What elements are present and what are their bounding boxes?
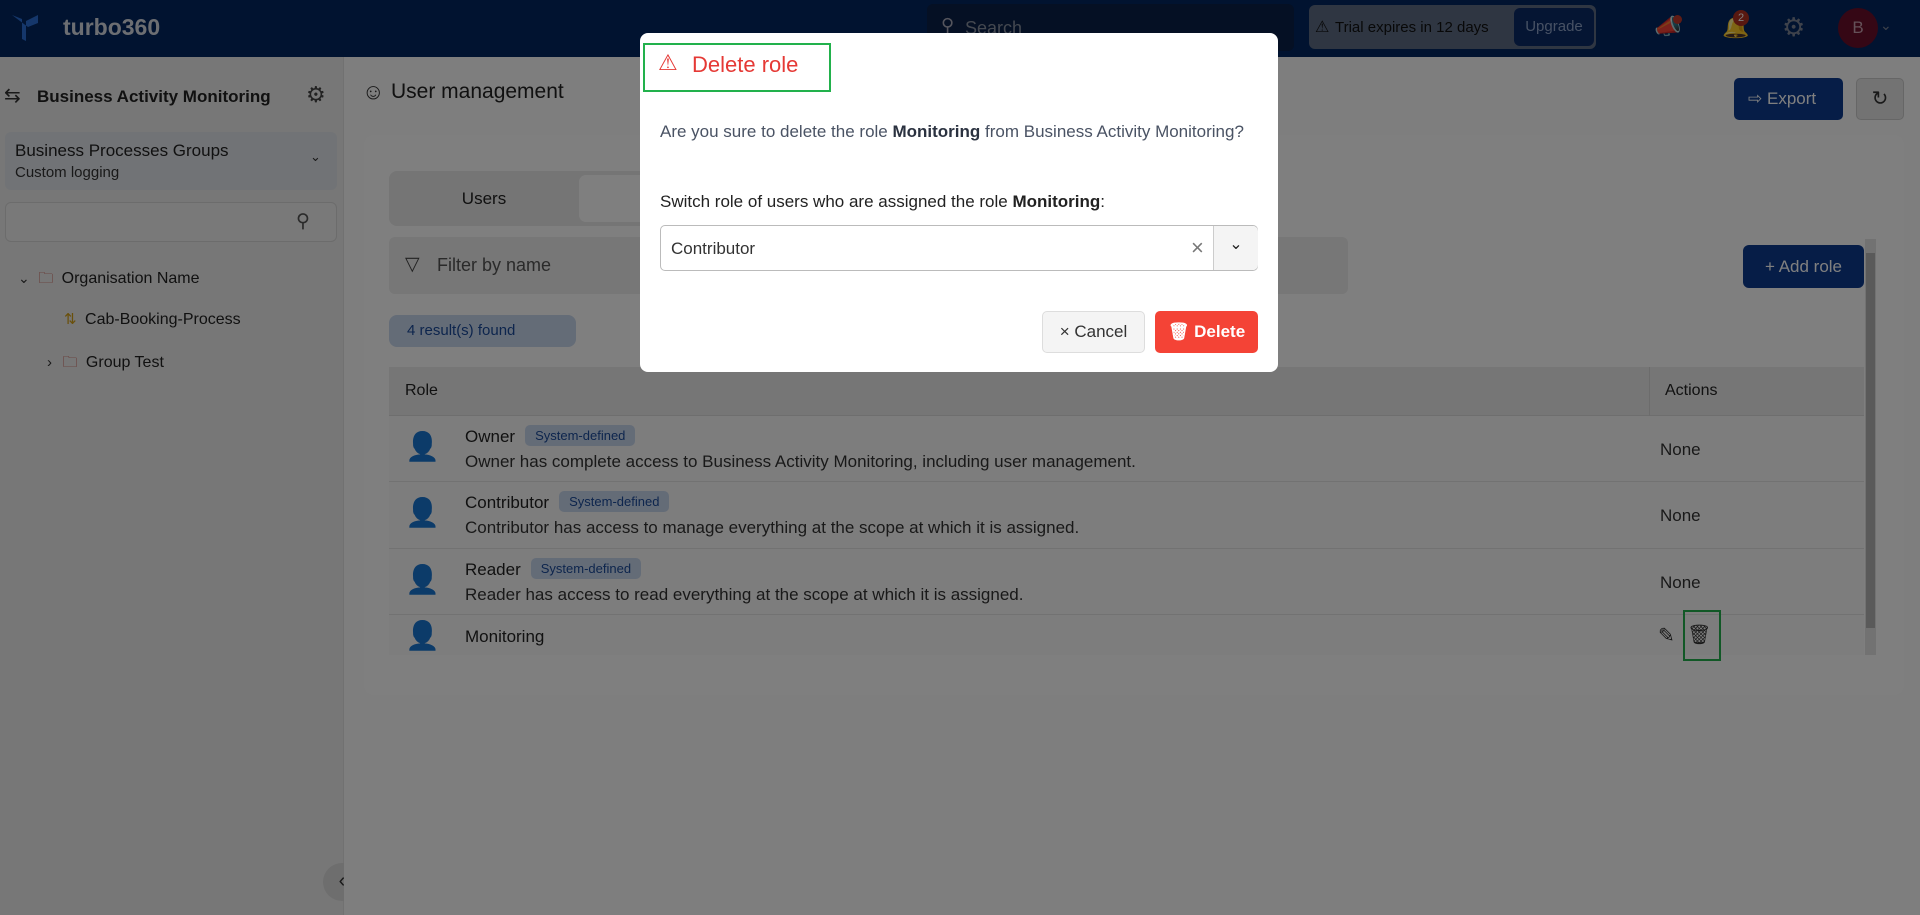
delete-role-dialog: ⚠ Delete role Are you sure to delete the… [640, 33, 1278, 372]
delete-label: Delete [1194, 322, 1246, 341]
switch-role-select[interactable]: Contributor × ⌄ [660, 225, 1258, 271]
switch-role-label: Switch role of users who are assigned th… [660, 192, 1105, 212]
message-text: Are you sure to delete the role [660, 122, 893, 141]
label-role: Monitoring [1012, 192, 1101, 211]
selected-role: Contributor [671, 239, 756, 258]
delete-button[interactable]: 🗑 Delete [1155, 311, 1258, 353]
warning-triangle-icon: ⚠ [658, 50, 678, 75]
cancel-label: Cancel [1074, 322, 1128, 341]
dropdown-chevron-down-icon[interactable]: ⌄ [1213, 226, 1258, 270]
dialog-message: Are you sure to delete the role Monitori… [660, 118, 1250, 145]
cancel-button[interactable]: × Cancel [1042, 311, 1145, 353]
dialog-title: Delete role [692, 52, 799, 77]
label-text: Switch role of users who are assigned th… [660, 192, 1013, 211]
trash-icon: 🗑 [1167, 322, 1190, 341]
clear-selection-icon[interactable]: × [1191, 235, 1204, 261]
message-text: from Business Activity Monitoring? [980, 122, 1244, 141]
message-role: Monitoring [892, 122, 981, 141]
label-text: : [1100, 192, 1106, 211]
close-icon: × [1059, 322, 1070, 341]
